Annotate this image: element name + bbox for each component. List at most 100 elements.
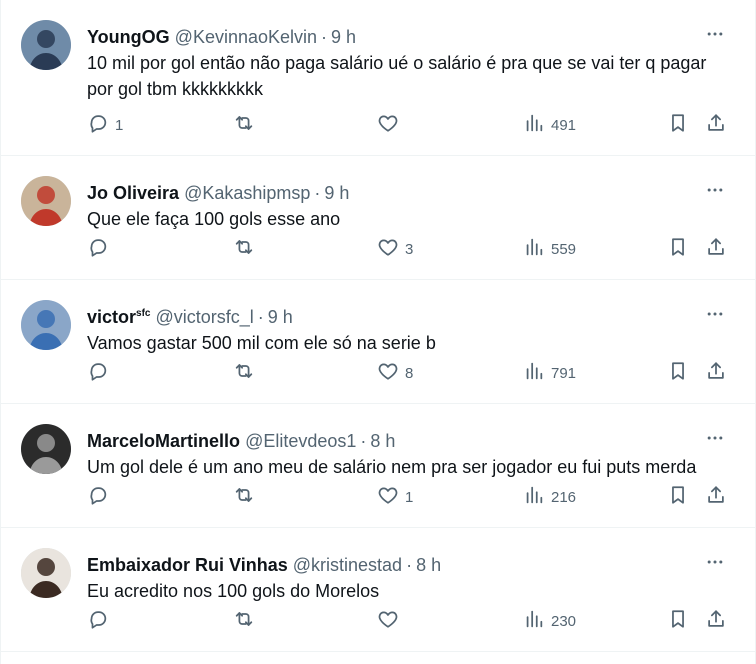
share-button[interactable] (705, 485, 727, 509)
views-button[interactable]: 491 (523, 113, 576, 137)
views-count: 491 (551, 116, 577, 134)
views-button[interactable]: 230 (523, 609, 576, 633)
tweet-header: YoungOG @KevinnaoKelvin · 9 h (87, 22, 356, 49)
share-icon (705, 608, 727, 634)
share-button[interactable] (705, 361, 727, 385)
views-icon (523, 236, 545, 262)
timestamp[interactable]: 9 h (324, 183, 349, 203)
retweet-button[interactable] (233, 113, 261, 137)
like-button[interactable]: 3 (377, 237, 413, 261)
heart-icon (377, 484, 399, 510)
views-button[interactable]: 559 (523, 237, 576, 261)
tweet-actions: 8 791 (87, 361, 731, 385)
retweet-icon (233, 360, 255, 386)
reply-button[interactable] (87, 361, 115, 385)
tweet-text: Vamos gastar 500 mil com ele só na serie… (87, 333, 436, 353)
separator-dot: · (314, 183, 321, 203)
avatar[interactable] (21, 176, 71, 226)
share-icon (705, 360, 727, 386)
avatar[interactable] (21, 20, 71, 70)
more-options-icon[interactable] (703, 302, 727, 326)
more-options-icon[interactable] (703, 550, 727, 574)
heart-icon (377, 360, 399, 386)
avatar[interactable] (21, 424, 71, 474)
bookmark-button[interactable] (667, 609, 689, 633)
display-name[interactable]: YoungOG (87, 27, 170, 47)
views-count: 791 (551, 364, 577, 382)
share-icon (705, 236, 727, 262)
retweet-icon (233, 484, 255, 510)
reply-tweet[interactable]: victorsfc @victorsfc_l · 9 h Vamos gastar 5… (1, 280, 755, 404)
reply-icon (87, 608, 109, 634)
reply-icon (87, 112, 109, 138)
user-handle[interactable]: @Elitevdeos1 (245, 431, 356, 451)
reply-button[interactable] (87, 485, 115, 509)
heart-icon (377, 112, 399, 138)
bookmark-button[interactable] (667, 237, 689, 261)
retweet-button[interactable] (233, 237, 261, 261)
display-name[interactable]: Jo Oliveira (87, 183, 179, 203)
tweet-text: Um gol dele é um ano meu de salário nem … (87, 457, 697, 477)
more-options-icon[interactable] (703, 426, 727, 450)
reply-icon (87, 360, 109, 386)
like-button[interactable]: 1 (377, 485, 413, 509)
timestamp[interactable]: 8 h (370, 431, 395, 451)
share-icon (705, 484, 727, 510)
tweet-actions: 1 491 (87, 113, 731, 137)
reply-icon (87, 484, 109, 510)
share-icon (705, 112, 727, 138)
reply-tweet[interactable]: Jo Oliveira @Kakashipmsp · 9 h Que ele faça… (1, 156, 755, 280)
bookmark-button[interactable] (667, 485, 689, 509)
display-name[interactable]: Embaixador Rui Vinhas (87, 555, 288, 575)
retweet-button[interactable] (233, 485, 261, 509)
views-icon (523, 484, 545, 510)
avatar[interactable] (21, 548, 71, 598)
tweet-header: victorsfc @victorsfc_l · 9 h (87, 302, 293, 329)
reply-button[interactable] (87, 609, 115, 633)
bookmark-button[interactable] (667, 113, 689, 137)
retweet-button[interactable] (233, 609, 261, 633)
display-name[interactable]: MarceloMartinello (87, 431, 240, 451)
reply-button[interactable]: 1 (87, 113, 123, 137)
timestamp[interactable]: 9 h (268, 307, 293, 327)
user-handle[interactable]: @kristinestad (293, 555, 402, 575)
reply-count: 1 (115, 116, 124, 134)
bookmark-icon (667, 112, 689, 138)
display-name[interactable]: victorsfc (87, 307, 150, 327)
user-handle[interactable]: @victorsfc_l (156, 307, 254, 327)
views-icon (523, 608, 545, 634)
reply-button[interactable] (87, 237, 115, 261)
views-icon (523, 112, 545, 138)
reply-tweet[interactable]: MarceloMartinello @Elitevdeos1 · 8 h Um gol… (1, 404, 755, 528)
more-options-icon[interactable] (703, 178, 727, 202)
like-button[interactable] (377, 609, 405, 633)
share-button[interactable] (705, 609, 727, 633)
reply-feed: YoungOG @KevinnaoKelvin · 9 h 10 mil por go… (0, 0, 756, 664)
retweet-button[interactable] (233, 361, 261, 385)
separator-dot: · (406, 555, 413, 575)
tweet-header: Embaixador Rui Vinhas @kristinestad · 8 h (87, 550, 441, 577)
tweet-header: Jo Oliveira @Kakashipmsp · 9 h (87, 178, 349, 205)
timestamp[interactable]: 8 h (416, 555, 441, 575)
bookmark-button[interactable] (667, 361, 689, 385)
views-button[interactable]: 216 (523, 485, 576, 509)
reply-tweet[interactable]: Embaixador Rui Vinhas @kristinestad · 8 hE… (1, 528, 755, 652)
separator-dot: · (321, 27, 328, 47)
views-icon (523, 360, 545, 386)
like-button[interactable]: 8 (377, 361, 413, 385)
reply-tweet[interactable]: YoungOG @KevinnaoKelvin · 9 h 10 mil por go… (1, 0, 755, 156)
more-options-icon[interactable] (703, 22, 727, 46)
tweet-text: Eu acredito nos 100 gols do Morelos (87, 581, 380, 601)
like-button[interactable] (377, 113, 405, 137)
timestamp[interactable]: 9 h (331, 27, 356, 47)
share-button[interactable] (705, 113, 727, 137)
like-count: 8 (405, 364, 414, 382)
user-handle[interactable]: @Kakashipmsp (184, 183, 310, 203)
user-handle[interactable]: @KevinnaoKelvin (175, 27, 317, 47)
reply-icon (87, 236, 109, 262)
heart-icon (377, 236, 399, 262)
views-button[interactable]: 791 (523, 361, 576, 385)
like-count: 3 (405, 240, 414, 258)
avatar[interactable] (21, 300, 71, 350)
share-button[interactable] (705, 237, 727, 261)
